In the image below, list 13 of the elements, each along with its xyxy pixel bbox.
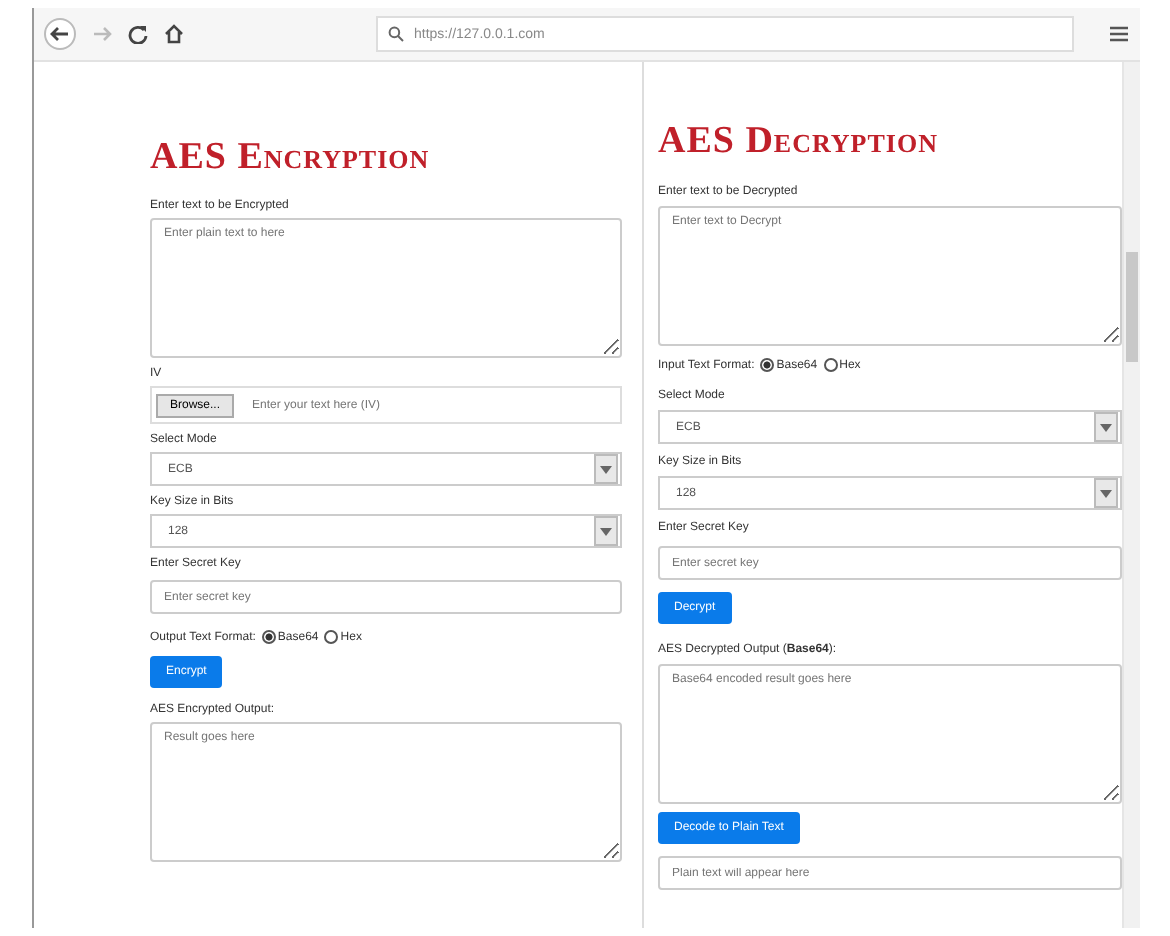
search-icon (388, 26, 404, 42)
radio-button[interactable] (760, 358, 775, 372)
radio-button[interactable] (823, 358, 838, 372)
reload-icon[interactable] (128, 24, 148, 44)
panel-title: AES Encryption (150, 138, 432, 178)
back-icon[interactable] (44, 18, 76, 50)
radio-button[interactable] (324, 630, 339, 644)
panel-title: AES Decryption (658, 122, 940, 162)
scrollbar[interactable] (1122, 62, 1140, 928)
home-icon[interactable] (164, 24, 184, 44)
scrollbar-thumb[interactable] (1126, 252, 1138, 362)
radio-button[interactable] (261, 630, 276, 644)
menu-icon[interactable] (1110, 26, 1128, 42)
